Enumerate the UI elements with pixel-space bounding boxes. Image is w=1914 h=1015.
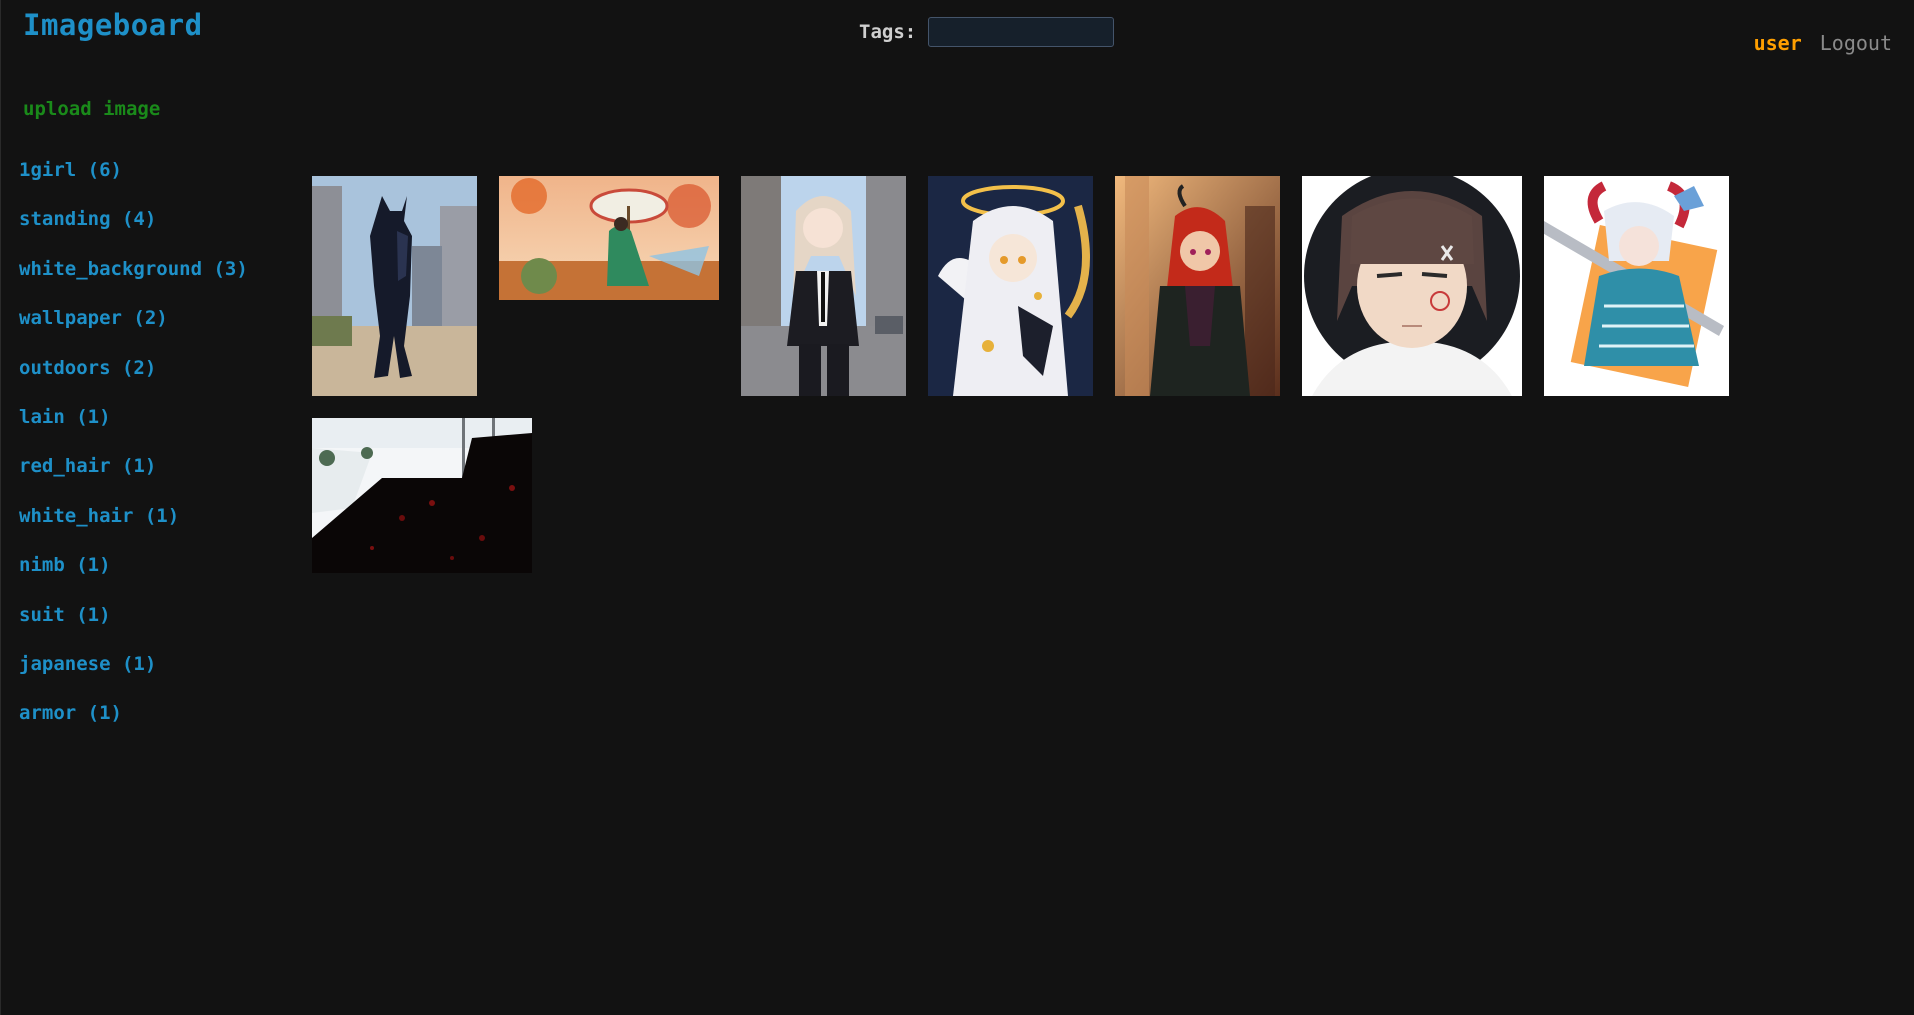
girl-in-suit-street-thumbnail[interactable] <box>741 176 906 396</box>
tags-search-input[interactable] <box>928 17 1115 47</box>
site-logo[interactable]: Imageboard <box>23 8 203 42</box>
logout-link[interactable]: Logout <box>1820 31 1892 55</box>
tag-link-nimb[interactable]: nimb (1) <box>19 554 248 603</box>
red-hair-horns-girl-thumbnail[interactable] <box>1115 176 1280 396</box>
dark-street-shadow-thumbnail[interactable] <box>312 418 532 573</box>
tag-list: 1girl (6) standing (4) white_background … <box>19 159 248 752</box>
lain-portrait-thumbnail[interactable] <box>1302 176 1522 396</box>
tag-link-standing[interactable]: standing (4) <box>19 208 248 257</box>
armored-knight-city-thumbnail[interactable] <box>312 176 477 396</box>
user-nav: user Logout <box>1754 31 1892 55</box>
tag-link-white-hair[interactable]: white_hair (1) <box>19 505 248 554</box>
tag-link-red-hair[interactable]: red_hair (1) <box>19 455 248 504</box>
tag-link-outdoors[interactable]: outdoors (2) <box>19 357 248 406</box>
tag-link-1girl[interactable]: 1girl (6) <box>19 159 248 208</box>
tag-link-armor[interactable]: armor (1) <box>19 702 248 751</box>
upload-image-link[interactable]: upload image <box>23 98 160 120</box>
japanese-umbrella-autumn-thumbnail[interactable] <box>499 176 719 300</box>
user-link[interactable]: user <box>1754 31 1802 55</box>
horned-girl-sword-thumbnail[interactable] <box>1544 176 1729 396</box>
tag-link-white-background[interactable]: white_background (3) <box>19 258 248 307</box>
tag-link-suit[interactable]: suit (1) <box>19 604 248 653</box>
tag-link-japanese[interactable]: japanese (1) <box>19 653 248 702</box>
tag-link-wallpaper[interactable]: wallpaper (2) <box>19 307 248 356</box>
tags-label: Tags: <box>859 21 917 43</box>
tag-search-form: Tags: <box>859 17 1115 47</box>
tag-link-lain[interactable]: lain (1) <box>19 406 248 455</box>
angel-white-hair-halo-thumbnail[interactable] <box>928 176 1093 396</box>
